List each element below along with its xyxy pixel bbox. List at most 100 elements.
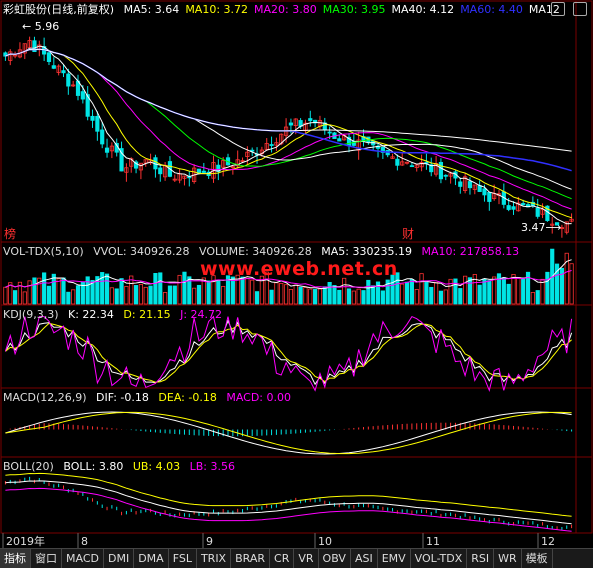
vol-bar-30 <box>148 285 153 305</box>
vol-bar-110 <box>535 290 540 305</box>
vol-bar-94 <box>458 288 463 305</box>
macd-header: MACD(12,26,9) DIF: -0.18 DEA: -0.18 MACD… <box>3 390 297 405</box>
vol-bar-13 <box>66 291 71 305</box>
tab-12[interactable]: EMV <box>378 549 411 568</box>
boll-lb: LB: 3.56 <box>189 460 235 473</box>
tab-5[interactable]: FSL <box>169 549 197 568</box>
vol-bar-103 <box>501 277 506 305</box>
settings-icon[interactable] <box>551 2 565 16</box>
candle-body-69 <box>337 138 342 142</box>
tab-13[interactable]: VOL-TDX <box>411 549 468 568</box>
tab-10[interactable]: OBV <box>319 549 351 568</box>
month-label-0: 2019年 <box>6 534 45 548</box>
vol-bar-78 <box>380 290 385 305</box>
tab-4[interactable]: DMA <box>134 549 169 568</box>
candle-body-107 <box>521 203 526 206</box>
vol-bar-112 <box>545 271 550 305</box>
vol-bar-36 <box>177 274 182 305</box>
kdj-d: D: 21.15 <box>123 308 171 321</box>
close-icon[interactable] <box>573 2 587 16</box>
tab-3[interactable]: DMI <box>104 549 135 568</box>
vol-bar-85 <box>414 289 419 305</box>
ma-label-1: MA10: 3.72 <box>185 3 249 16</box>
vol-bar-83 <box>404 281 410 305</box>
kdj-j: J: 24.72 <box>180 308 223 321</box>
vol-bar-49 <box>240 276 245 305</box>
vol-bar-66 <box>322 286 327 305</box>
vol-bar-50 <box>245 277 250 305</box>
vol-bar-64 <box>313 289 318 305</box>
tab-0[interactable]: 指标 <box>0 549 31 568</box>
ma-line-20 <box>5 48 572 210</box>
ma-label-0: MA5: 3.64 <box>123 3 180 16</box>
vol-bar-6 <box>32 277 37 305</box>
vol-bar-111 <box>540 278 545 305</box>
candle-body-81 <box>395 158 400 166</box>
macd-dif: DIF: -0.18 <box>96 391 149 404</box>
boll-header: BOLL(20) BOLL: 3.80 UB: 4.03 LB: 3.56 <box>3 459 241 474</box>
vol-bar-76 <box>371 285 376 305</box>
macd-dea: DEA: -0.18 <box>158 391 217 404</box>
vol-bar-104 <box>506 283 511 305</box>
tab-6[interactable]: TRIX <box>197 549 232 568</box>
tab-7[interactable]: BRAR <box>231 549 271 568</box>
vol-bar-70 <box>342 277 347 305</box>
kdj-header: KDJ(9,3,3) K: 22.34 D: 21.15 J: 24.72 <box>3 307 228 322</box>
vol-bar-40 <box>196 284 202 305</box>
tab-11[interactable]: ASI <box>351 549 378 568</box>
macd-name: MACD(12,26,9) <box>3 391 87 404</box>
ma-line-10 <box>5 48 572 219</box>
vol-bar-35 <box>172 285 177 305</box>
mark-bang: 榜 <box>4 226 16 241</box>
vol-bar-71 <box>346 288 352 305</box>
main-header: 彩虹股份(日线,前复权) MA5: 3.64 MA10: 3.72 MA20: 3.… <box>3 2 572 17</box>
kdj-k: K: 22.34 <box>68 308 114 321</box>
vol-bar-31 <box>153 273 158 305</box>
tab-2[interactable]: MACD <box>62 549 104 568</box>
vol-bar-32 <box>158 272 163 305</box>
candle-body-90 <box>438 161 444 180</box>
month-label-5: 12 <box>541 535 555 548</box>
vol-bar-47 <box>230 276 235 305</box>
vol-volume: VOLUME: 340926.28 <box>199 245 312 258</box>
month-label-3: 10 <box>318 535 332 548</box>
tab-14[interactable]: RSI <box>467 549 495 568</box>
vol-bar-95 <box>463 275 468 305</box>
candle-body-87 <box>424 161 429 164</box>
candle-body-100 <box>487 191 492 202</box>
vol-bar-67 <box>327 281 332 305</box>
vol-bar-101 <box>492 276 497 305</box>
macd-dif <box>5 411 572 455</box>
candle-body-59 <box>288 122 294 126</box>
ma-line-30 <box>5 48 572 200</box>
vol-bar-99 <box>482 278 487 305</box>
tab-9[interactable]: VR <box>294 549 319 568</box>
vol-bar-57 <box>279 282 284 305</box>
high-label: ← 5.96 <box>22 20 59 33</box>
tab-1[interactable]: 窗口 <box>31 549 62 568</box>
vol-bar-59 <box>288 289 294 305</box>
candle-body-67 <box>327 131 332 134</box>
ma-list: MA5: 3.64 MA10: 3.72 MA20: 3.80 MA30: 3.95 M… <box>124 3 566 16</box>
candle-body-84 <box>409 165 414 168</box>
vol-vvol: VVOL: 340926.28 <box>93 245 190 258</box>
tab-16[interactable]: 模板 <box>522 549 553 568</box>
vol-bar-109 <box>530 291 535 305</box>
vol-bar-61 <box>298 286 303 305</box>
kdj-name: KDJ(9,3,3) <box>3 308 59 321</box>
ma-label-3: MA30: 3.95 <box>322 3 386 16</box>
month-label-1: 8 <box>81 535 88 548</box>
macd-dea <box>5 411 572 455</box>
candle-body-32 <box>158 167 163 175</box>
boll-ub: UB: 4.03 <box>132 460 181 473</box>
vol-bar-5 <box>27 280 32 305</box>
tab-8[interactable]: CR <box>270 549 295 568</box>
vol-bar-25 <box>124 285 129 305</box>
vol-name: VOL-TDX(5,10) <box>3 245 84 258</box>
vol-ma10: MA10: 217858.13 <box>421 245 520 258</box>
candle-body-99 <box>482 188 487 196</box>
watermark: www.eweb.net.cn <box>200 258 398 280</box>
boll-mid: BOLL: 3.80 <box>63 460 124 473</box>
candle-body-9 <box>46 52 52 62</box>
tab-15[interactable]: WR <box>494 549 522 568</box>
